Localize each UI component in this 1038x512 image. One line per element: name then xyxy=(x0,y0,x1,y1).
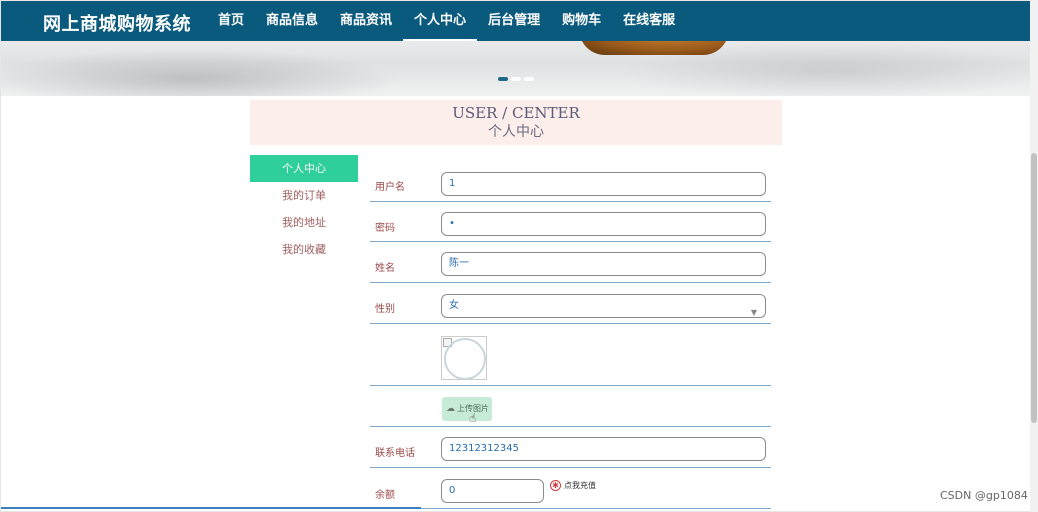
form-row-gender: 性别 女 ▼ xyxy=(370,283,771,324)
gender-select[interactable]: 女 ▼ xyxy=(441,294,766,318)
carousel-dot-1[interactable] xyxy=(498,77,508,81)
page-scrollbar-thumb[interactable] xyxy=(1031,153,1037,423)
chevron-down-icon: ▼ xyxy=(750,308,757,317)
section-title-cn: 个人中心 xyxy=(488,124,544,140)
carousel-dot-2[interactable] xyxy=(511,77,521,81)
nav-item-home[interactable]: 首页 xyxy=(207,1,255,41)
form-row-avatar xyxy=(370,324,771,386)
recharge-label: 点我充值 xyxy=(564,481,596,490)
username-label: 用户名 xyxy=(375,182,405,193)
username-input[interactable]: 1 xyxy=(441,172,766,196)
upload-image-button[interactable]: ☁ 上传图片 ☝ xyxy=(442,397,492,425)
gender-selected-value: 女 xyxy=(449,300,459,311)
carousel-indicators xyxy=(498,77,534,81)
nav-item-user-center[interactable]: 个人中心 xyxy=(403,1,478,41)
name-label: 姓名 xyxy=(375,263,395,274)
form-row-phone: 联系电话 12312312345 xyxy=(370,427,771,468)
nav-item-support[interactable]: 在线客服 xyxy=(612,1,686,41)
sidebar-item-address[interactable]: 我的地址 xyxy=(250,209,358,236)
nav-menu: 首页 商品信息 商品资讯 个人中心 后台管理 购物车 在线客服 xyxy=(207,1,686,41)
sidebar-item-user-center[interactable]: 个人中心 xyxy=(250,155,358,182)
nav-item-products[interactable]: 商品信息 xyxy=(255,1,329,41)
form-row-password: 密码 • xyxy=(370,202,771,242)
form-row-balance: 余额 0 ✱ 点我充值 xyxy=(370,468,771,509)
form-row-username: 用户名 1 xyxy=(370,161,771,202)
top-nav: 网上商城购物系统 首页 商品信息 商品资讯 个人中心 后台管理 购物车 在线客服 xyxy=(1,1,1031,41)
phone-label: 联系电话 xyxy=(375,448,415,459)
phone-input[interactable]: 12312312345 xyxy=(441,437,766,461)
avatar-preview[interactable] xyxy=(441,336,487,380)
sidebar-item-favorites[interactable]: 我的收藏 xyxy=(250,236,358,263)
section-title-en: USER / CENTER xyxy=(452,104,580,122)
form-row-upload: ☁ 上传图片 ☝ xyxy=(370,386,771,427)
recharge-link[interactable]: ✱ 点我充值 xyxy=(550,480,596,491)
avatar-circle xyxy=(444,338,486,380)
recharge-icon: ✱ xyxy=(550,480,561,491)
banner-carousel xyxy=(1,41,1031,96)
nav-item-news[interactable]: 商品资讯 xyxy=(329,1,403,41)
page-load-progress xyxy=(1,507,421,509)
section-header: USER / CENTER 个人中心 xyxy=(250,100,782,145)
banner-mist-left xyxy=(1,49,401,96)
browser-viewport: 网上商城购物系统 首页 商品信息 商品资讯 个人中心 后台管理 购物车 在线客服… xyxy=(0,0,1038,512)
csdn-watermark: CSDN @gp1084 xyxy=(940,489,1028,502)
balance-input[interactable]: 0 xyxy=(441,479,544,503)
password-label: 密码 xyxy=(375,223,395,234)
carousel-dot-3[interactable] xyxy=(524,77,534,81)
password-input[interactable]: • xyxy=(441,212,766,236)
gender-label: 性别 xyxy=(375,304,395,315)
profile-form: 用户名 1 密码 • 姓名 陈一 性别 女 ▼ ☁ 上传图片 ☝ 联系电话 12… xyxy=(370,161,771,509)
name-input[interactable]: 陈一 xyxy=(441,252,766,276)
sidebar-item-orders[interactable]: 我的订单 xyxy=(250,182,358,209)
nav-item-cart[interactable]: 购物车 xyxy=(551,1,612,41)
cloud-upload-icon: ☁ xyxy=(446,404,455,414)
balance-label: 余额 xyxy=(375,490,395,501)
banner-product-image xyxy=(579,41,729,55)
form-row-name: 姓名 陈一 xyxy=(370,242,771,283)
nav-item-admin[interactable]: 后台管理 xyxy=(477,1,551,41)
user-sidebar: 个人中心 我的订单 我的地址 我的收藏 xyxy=(250,155,358,263)
site-brand[interactable]: 网上商城购物系统 xyxy=(43,10,191,36)
